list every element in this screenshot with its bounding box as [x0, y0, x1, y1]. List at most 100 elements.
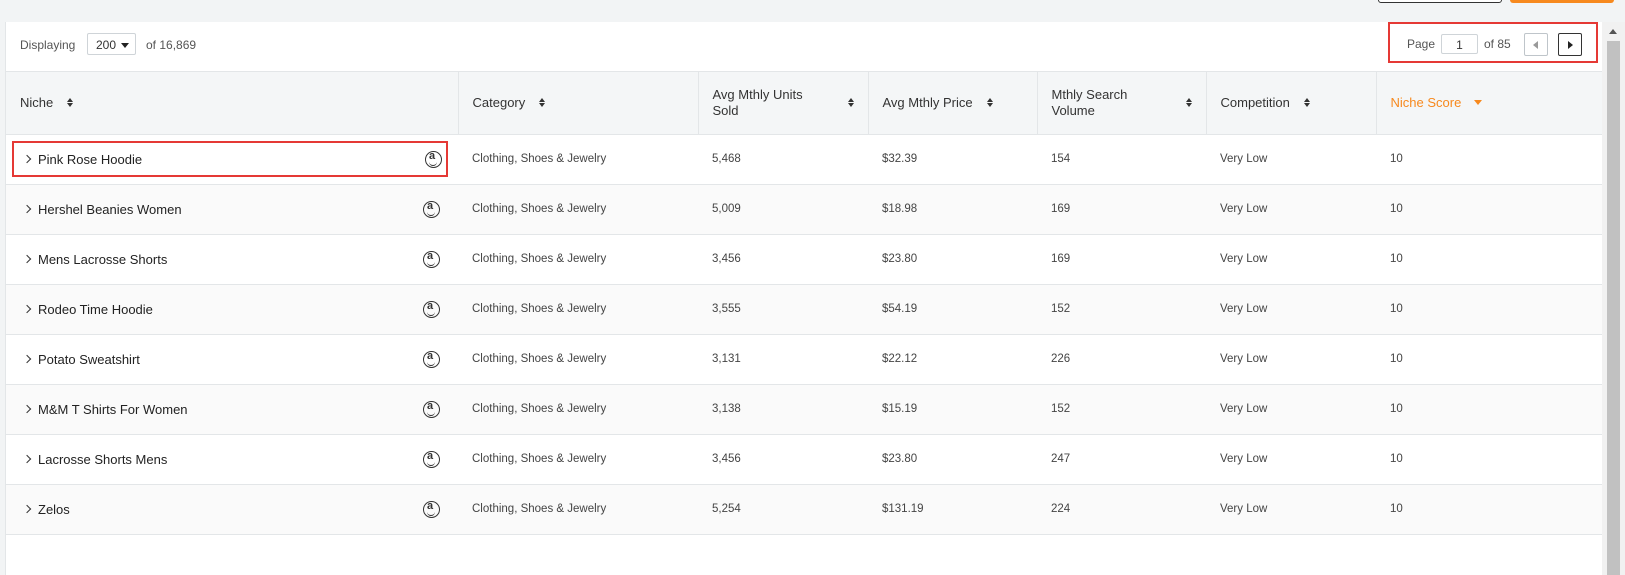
amazon-icon[interactable] [423, 450, 440, 468]
cell-search-volume: 169 [1051, 253, 1071, 265]
table-row[interactable]: Zelos Clothing, Shoes & Jewelry 5,254 $131.… [6, 484, 1602, 534]
amazon-icon[interactable] [423, 250, 440, 268]
top-primary-button[interactable] [1510, 0, 1614, 3]
niche-cell-content[interactable]: Lacrosse Shorts Mens [22, 441, 444, 477]
cell-price: $131.19 [882, 503, 924, 515]
table-row[interactable]: Rodeo Time Hoodie Clothing, Shoes & Jewel… [6, 284, 1602, 334]
niche-cell-content[interactable]: Mens Lacrosse Shorts [22, 241, 444, 277]
vertical-scrollbar[interactable] [1602, 22, 1625, 575]
column-label: Category [472, 94, 526, 110]
cell-niche[interactable]: Zelos [6, 484, 458, 534]
niche-name: Rodeo Time Hoodie [38, 301, 153, 317]
cell-niche-score: 10 [1390, 203, 1403, 215]
niche-cell-content[interactable]: Pink Rose Hoodie [12, 141, 448, 177]
cell-category: Clothing, Shoes & Jewelry [472, 153, 607, 165]
triangle-left-icon [1533, 41, 1538, 49]
next-page-button[interactable] [1558, 33, 1582, 56]
cell-units-sold: 3,456 [712, 453, 741, 465]
cell-niche[interactable]: Mens Lacrosse Shorts [6, 234, 458, 284]
cell-category: Clothing, Shoes & Jewelry [472, 303, 607, 315]
cell-search-volume: 152 [1051, 403, 1071, 415]
table-row[interactable]: Lacrosse Shorts Mens Clothing, Shoes & Je… [6, 434, 1602, 484]
chevron-right-icon[interactable] [22, 304, 32, 314]
scrollbar-thumb[interactable] [1607, 41, 1620, 575]
cell-category: Clothing, Shoes & Jewelry [472, 253, 607, 265]
column-header-category[interactable]: Category [458, 72, 699, 135]
chevron-right-icon[interactable] [22, 504, 32, 514]
cell-search-volume: 224 [1051, 503, 1071, 515]
column-header-units-sold[interactable]: Avg Mthly Units Sold [698, 72, 869, 135]
sort-icon [1303, 98, 1310, 108]
cell-units-sold: 5,468 [712, 153, 741, 165]
scroll-up-arrow-icon[interactable] [1609, 29, 1617, 34]
column-header-niche[interactable]: Niche [6, 72, 459, 135]
sort-icon [67, 98, 74, 108]
column-label: Niche [20, 94, 54, 110]
chevron-right-icon[interactable] [22, 204, 32, 214]
amazon-icon[interactable] [423, 350, 440, 368]
total-pages-text: of 85 [1484, 37, 1511, 51]
cell-niche-score: 10 [1390, 253, 1403, 265]
chevron-right-icon[interactable] [22, 404, 32, 414]
column-label: Mthly Search Volume [1051, 86, 1128, 118]
cell-niche-score: 10 [1390, 503, 1403, 515]
cell-niche-score: 10 [1390, 303, 1403, 315]
previous-page-button[interactable] [1524, 33, 1548, 56]
cell-category: Clothing, Shoes & Jewelry [472, 403, 607, 415]
sort-icon [1185, 98, 1192, 108]
cell-niche[interactable]: M&M T Shirts For Women [6, 384, 458, 434]
table-row[interactable]: M&M T Shirts For Women Clothing, Shoes & … [6, 384, 1602, 434]
top-outline-button[interactable] [1378, 0, 1502, 3]
table-row[interactable]: Mens Lacrosse Shorts Clothing, Shoes & Je… [6, 234, 1602, 284]
niche-cell-content[interactable]: Hershel Beanies Women [22, 191, 444, 227]
column-label: Avg Mthly Price [882, 94, 973, 110]
cell-niche[interactable]: Rodeo Time Hoodie [6, 284, 458, 334]
column-label: Avg Mthly Units Sold [712, 86, 803, 118]
amazon-icon[interactable] [425, 150, 442, 168]
column-header-search-volume[interactable]: Mthly Search Volume [1037, 72, 1207, 135]
niche-cell-content[interactable]: Rodeo Time Hoodie [22, 291, 444, 327]
sort-icon [539, 98, 546, 108]
table-row[interactable]: Potato Sweatshirt Clothing, Shoes & Jewel… [6, 334, 1602, 384]
niche-name: Mens Lacrosse Shorts [38, 251, 168, 267]
page-size-select[interactable]: 200 [87, 33, 136, 55]
cell-competition: Very Low [1220, 403, 1268, 415]
chevron-right-icon[interactable] [22, 154, 32, 164]
cell-category: Clothing, Shoes & Jewelry [472, 353, 607, 365]
column-header-price[interactable]: Avg Mthly Price [868, 72, 1038, 135]
cell-competition: Very Low [1220, 203, 1268, 215]
cell-units-sold: 3,131 [712, 353, 741, 365]
amazon-icon[interactable] [423, 300, 440, 318]
column-header-niche-score[interactable]: Niche Score [1376, 72, 1602, 135]
cell-search-volume: 247 [1051, 453, 1071, 465]
niche-cell-content[interactable]: Zelos [22, 491, 444, 527]
table-row[interactable]: Pink Rose Hoodie Clothing, Shoes & Jewelr… [6, 134, 1602, 184]
niche-cell-content[interactable]: M&M T Shirts For Women [22, 391, 444, 427]
amazon-icon[interactable] [423, 500, 440, 518]
cell-niche[interactable]: Potato Sweatshirt [6, 334, 458, 384]
table-row[interactable]: Hershel Beanies Women Clothing, Shoes & J… [6, 184, 1602, 234]
cell-niche-score: 10 [1390, 403, 1403, 415]
niche-cell-content[interactable]: Potato Sweatshirt [22, 341, 444, 377]
cell-price: $23.80 [882, 453, 918, 465]
niche-name: Pink Rose Hoodie [38, 151, 143, 167]
cell-niche[interactable]: Hershel Beanies Women [6, 184, 458, 234]
top-strip [0, 0, 1625, 22]
cell-search-volume: 154 [1051, 153, 1071, 165]
cell-competition: Very Low [1220, 353, 1268, 365]
amazon-icon[interactable] [423, 200, 440, 218]
amazon-icon[interactable] [423, 400, 440, 418]
page-number-input[interactable]: 1 [1441, 34, 1478, 54]
column-header-competition[interactable]: Competition [1206, 72, 1377, 135]
cell-competition: Very Low [1220, 253, 1268, 265]
cell-price: $22.12 [882, 353, 918, 365]
cell-niche[interactable]: Lacrosse Shorts Mens [6, 434, 458, 484]
cell-units-sold: 3,555 [712, 303, 741, 315]
chevron-right-icon[interactable] [22, 354, 32, 364]
cell-price: $23.80 [882, 253, 918, 265]
cell-niche[interactable]: Pink Rose Hoodie [6, 134, 458, 184]
sort-icon [986, 98, 993, 108]
chevron-right-icon[interactable] [22, 454, 32, 464]
chevron-right-icon[interactable] [22, 254, 32, 264]
cell-category: Clothing, Shoes & Jewelry [472, 453, 607, 465]
